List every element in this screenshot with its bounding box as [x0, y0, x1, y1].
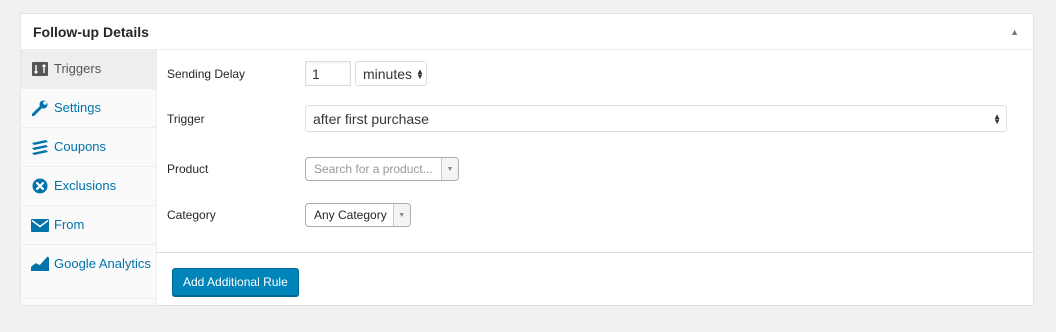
- triggers-icon: [31, 61, 49, 77]
- delay-unit-value: minutes: [363, 65, 413, 82]
- trigger-row: Trigger after first purchase ▲ ▼: [167, 105, 1007, 132]
- tab-exclusions[interactable]: Exclusions: [21, 167, 156, 206]
- wrench-icon: [31, 100, 49, 116]
- trigger-label: Trigger: [167, 111, 205, 126]
- category-value: Any Category: [314, 208, 387, 222]
- tab-settings[interactable]: Settings: [21, 89, 156, 128]
- tab-label: Triggers: [54, 61, 102, 76]
- trigger-select[interactable]: after first purchase ▲ ▼: [305, 105, 1007, 132]
- divider: [157, 305, 1033, 306]
- trigger-value: after first purchase: [313, 110, 429, 127]
- tab-google-analytics[interactable]: Google Analytics: [21, 245, 156, 299]
- product-search-select[interactable]: Search for a product... ▼: [305, 157, 459, 181]
- select-arrows-icon: ▲ ▼: [993, 111, 1001, 126]
- sending-delay-row: Sending Delay minutes ▲▼: [167, 61, 427, 86]
- tab-label: Exclusions: [54, 178, 117, 193]
- envelope-icon: [31, 217, 49, 233]
- tab-label: Google Analytics: [54, 256, 151, 271]
- chevron-down-icon: ▼: [441, 158, 458, 180]
- category-label: Category: [167, 208, 216, 222]
- tab-from[interactable]: From: [21, 206, 156, 245]
- triangle-up-icon[interactable]: ▲: [1010, 27, 1019, 37]
- product-label: Product: [167, 162, 209, 176]
- delay-unit-select[interactable]: minutes ▲ ▼: [355, 61, 427, 86]
- category-row: Category Any Category ▼: [167, 203, 411, 227]
- chevron-down-icon: ▼: [392, 204, 410, 226]
- exclusions-icon: [31, 178, 49, 194]
- tabs-sidebar: Triggers Settings Coupons Exclusions Fro…: [21, 50, 157, 305]
- tab-label: Settings: [54, 100, 101, 115]
- rule-footer: Add Additional Rule: [157, 252, 1033, 306]
- add-additional-rule-button[interactable]: Add Additional Rule: [172, 268, 299, 296]
- panel-header[interactable]: Follow-up Details ▲: [21, 14, 1033, 50]
- product-row: Product Search for a product... ▼: [167, 157, 459, 181]
- product-placeholder: Search for a product...: [314, 162, 433, 176]
- tab-label: Coupons: [54, 139, 107, 154]
- tab-triggers[interactable]: Triggers: [21, 50, 156, 89]
- panel-title: Follow-up Details: [33, 23, 149, 40]
- tab-coupons[interactable]: Coupons: [21, 128, 156, 167]
- sending-delay-label: Sending Delay: [167, 66, 246, 81]
- coupons-icon: [31, 139, 49, 155]
- sending-delay-input[interactable]: [305, 61, 351, 86]
- follow-up-details-panel: Follow-up Details ▲ Triggers Settings Co…: [20, 13, 1034, 306]
- triggers-panel: Sending Delay minutes ▲▼ Trigger after f…: [157, 50, 1033, 306]
- category-select[interactable]: Any Category ▼: [305, 203, 411, 227]
- select-arrows-icon: ▲ ▼: [416, 66, 424, 81]
- tab-label: From: [54, 217, 85, 232]
